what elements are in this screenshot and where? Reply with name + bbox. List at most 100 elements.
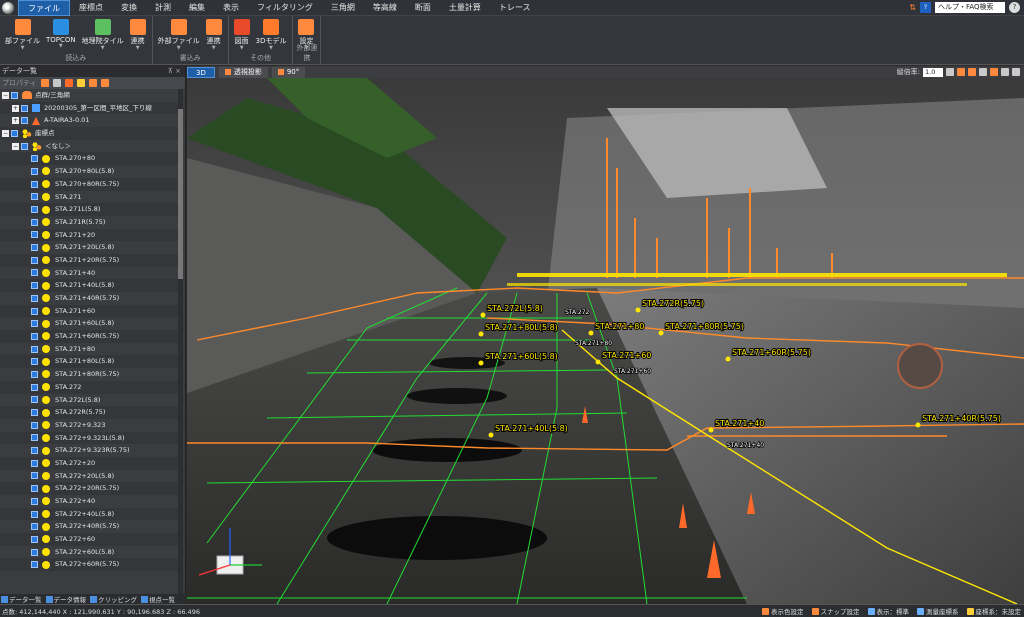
tree-item[interactable]: − 点群/三角網 <box>0 89 178 102</box>
visibility-checkbox[interactable] <box>31 421 38 429</box>
visibility-checkbox[interactable] <box>31 180 38 188</box>
tree-item[interactable]: STA.271+20 <box>0 228 178 242</box>
tree-scrollbar[interactable] <box>178 89 183 595</box>
station-point[interactable] <box>588 330 594 336</box>
visibility-checkbox[interactable] <box>31 409 38 417</box>
ribbon-button[interactable]: 外部ファイル ▼ <box>155 19 203 51</box>
3d-viewport[interactable]: 3D 透視投影 90° 縦倍率: 1.0 STA.272L(5.8) STA.2… <box>187 66 1024 604</box>
tree-item[interactable]: STA.272+20R(5.75) <box>0 482 178 495</box>
station-label[interactable]: STA.271+60 <box>601 350 652 361</box>
tree-item[interactable]: STA.270+80 <box>0 152 178 166</box>
tree-item[interactable]: STA.272+40R(5.75) <box>0 520 178 533</box>
status-item[interactable]: 表示：標準 <box>867 606 909 616</box>
menu-item[interactable]: トレース <box>490 0 540 16</box>
help-icon[interactable]: ? <box>920 2 931 13</box>
visibility-checkbox[interactable] <box>31 332 38 340</box>
view-iso-icon[interactable] <box>990 68 998 76</box>
station-label[interactable]: STA.271+80L(5.8) <box>484 322 559 333</box>
visibility-checkbox[interactable] <box>31 345 38 353</box>
tree-item[interactable]: STA.272+40L(5.8) <box>0 507 178 521</box>
status-item[interactable]: 表示色設定 <box>762 606 804 616</box>
panel-tab[interactable]: 視点一覧 <box>141 594 175 604</box>
properties-label[interactable]: プロパティ <box>2 78 37 88</box>
tree-item[interactable]: STA.271+60R(5.75) <box>0 330 178 343</box>
tree-item[interactable]: STA.272+20 <box>0 456 178 470</box>
visibility-checkbox[interactable] <box>31 269 38 277</box>
tree-item[interactable]: STA.271+20R(5.75) <box>0 253 178 267</box>
tree-item[interactable]: +20200305_第一区間_平地区_下り線 <box>0 101 178 115</box>
visibility-checkbox[interactable] <box>31 396 38 404</box>
view-front-icon[interactable] <box>957 68 965 76</box>
station-label[interactable]: STA.271+60L(5.8) <box>484 351 559 362</box>
tree-item[interactable]: STA.271 <box>0 191 178 204</box>
station-point[interactable] <box>478 360 484 366</box>
status-item[interactable]: 座標系：未設定 <box>966 606 1021 616</box>
ribbon-button[interactable]: 3Dモデル ▼ <box>253 19 290 51</box>
ribbon-button[interactable]: 連携 ▼ <box>203 19 225 51</box>
panel-tab[interactable]: データ情報 <box>45 594 86 604</box>
folder-icon[interactable] <box>76 79 85 87</box>
visibility-checkbox[interactable] <box>31 472 38 480</box>
add-icon[interactable] <box>40 79 49 87</box>
visibility-checkbox[interactable] <box>31 434 38 442</box>
menu-item[interactable]: 三角網 <box>322 0 364 16</box>
visibility-checkbox[interactable] <box>21 142 28 150</box>
expander-icon[interactable]: − <box>2 91 9 99</box>
tree-item[interactable]: STA.272+60R(5.75) <box>0 558 178 572</box>
visibility-checkbox[interactable] <box>31 244 38 252</box>
tree-item[interactable]: STA.270+80L(5.8) <box>0 165 178 178</box>
station-label[interactable]: STA.272R(5.75) <box>641 298 705 309</box>
menu-item[interactable]: 計測 <box>146 0 180 16</box>
expand-icon[interactable] <box>88 79 97 87</box>
station-point[interactable] <box>915 422 921 428</box>
status-item[interactable]: 測量座標系 <box>917 606 959 616</box>
view-top-icon[interactable] <box>979 68 987 76</box>
ribbon-button[interactable]: 地理院タイル ▼ <box>79 19 127 51</box>
visibility-checkbox[interactable] <box>31 535 38 543</box>
pin-icon[interactable]: ⊼ × <box>168 66 185 77</box>
menu-item[interactable]: 等高線 <box>364 0 406 16</box>
visibility-checkbox[interactable] <box>31 510 38 518</box>
expander-icon[interactable]: − <box>12 142 19 150</box>
tree-item[interactable]: STA.272R(5.75) <box>0 406 178 419</box>
tree-item[interactable]: STA.272+9.323R(5.75) <box>0 444 178 457</box>
menu-item[interactable]: 土量計算 <box>440 0 490 16</box>
panel-tab[interactable]: クリッピング <box>90 594 137 604</box>
ribbon-button[interactable]: 連携 ▼ <box>127 19 149 51</box>
tree-item[interactable]: STA.272+9.323 <box>0 419 178 432</box>
station-point[interactable] <box>635 307 641 313</box>
app-logo-icon[interactable] <box>2 1 14 14</box>
tree-item[interactable]: STA.271+20L(5.8) <box>0 241 178 254</box>
visibility-checkbox[interactable] <box>11 129 18 137</box>
visibility-checkbox[interactable] <box>31 307 38 315</box>
visibility-checkbox[interactable] <box>31 193 38 201</box>
visibility-checkbox[interactable] <box>21 117 28 125</box>
station-point[interactable] <box>708 427 714 433</box>
menu-item[interactable]: 表示 <box>214 0 248 16</box>
perspective-button[interactable]: 透視投影 <box>218 66 268 78</box>
visibility-checkbox[interactable] <box>31 370 38 378</box>
expander-icon[interactable]: + <box>12 117 19 125</box>
tree-item[interactable]: STA.271+60 <box>0 304 178 318</box>
tree-item[interactable]: STA.272L(5.8) <box>0 394 178 407</box>
menu-item[interactable]: ファイル <box>18 0 70 16</box>
station-label[interactable]: STA.271+60R(5.75) <box>731 347 812 358</box>
station-point[interactable] <box>478 331 484 337</box>
delete-icon[interactable] <box>64 79 73 87</box>
station-label[interactable]: STA.271+80R(5.75) <box>664 321 745 332</box>
panel-tab[interactable]: データ一覧 <box>1 594 42 604</box>
point-cloud-scene[interactable]: STA.272L(5.8) STA.272R(5.75) STA.271+80L(5… <box>187 78 1024 604</box>
station-label[interactable]: STA.271+40 <box>714 418 765 429</box>
station-label[interactable]: STA.271+40L(5.8) <box>494 423 569 434</box>
visibility-checkbox[interactable] <box>31 497 38 505</box>
visibility-checkbox[interactable] <box>31 206 38 214</box>
visibility-checkbox[interactable] <box>31 155 38 163</box>
visibility-checkbox[interactable] <box>31 447 38 455</box>
menu-item[interactable]: 座標点 <box>70 0 112 16</box>
tree-item[interactable]: + A-TAIRA3-0.01 <box>0 114 178 127</box>
station-point[interactable] <box>725 356 731 362</box>
station-label[interactable]: STA.271+40R(5.75) <box>921 413 1002 424</box>
edit-icon[interactable] <box>52 79 61 87</box>
menu-item[interactable]: 変換 <box>112 0 146 16</box>
help-search-input[interactable]: ヘルプ・FAQ検索 <box>935 2 1005 13</box>
